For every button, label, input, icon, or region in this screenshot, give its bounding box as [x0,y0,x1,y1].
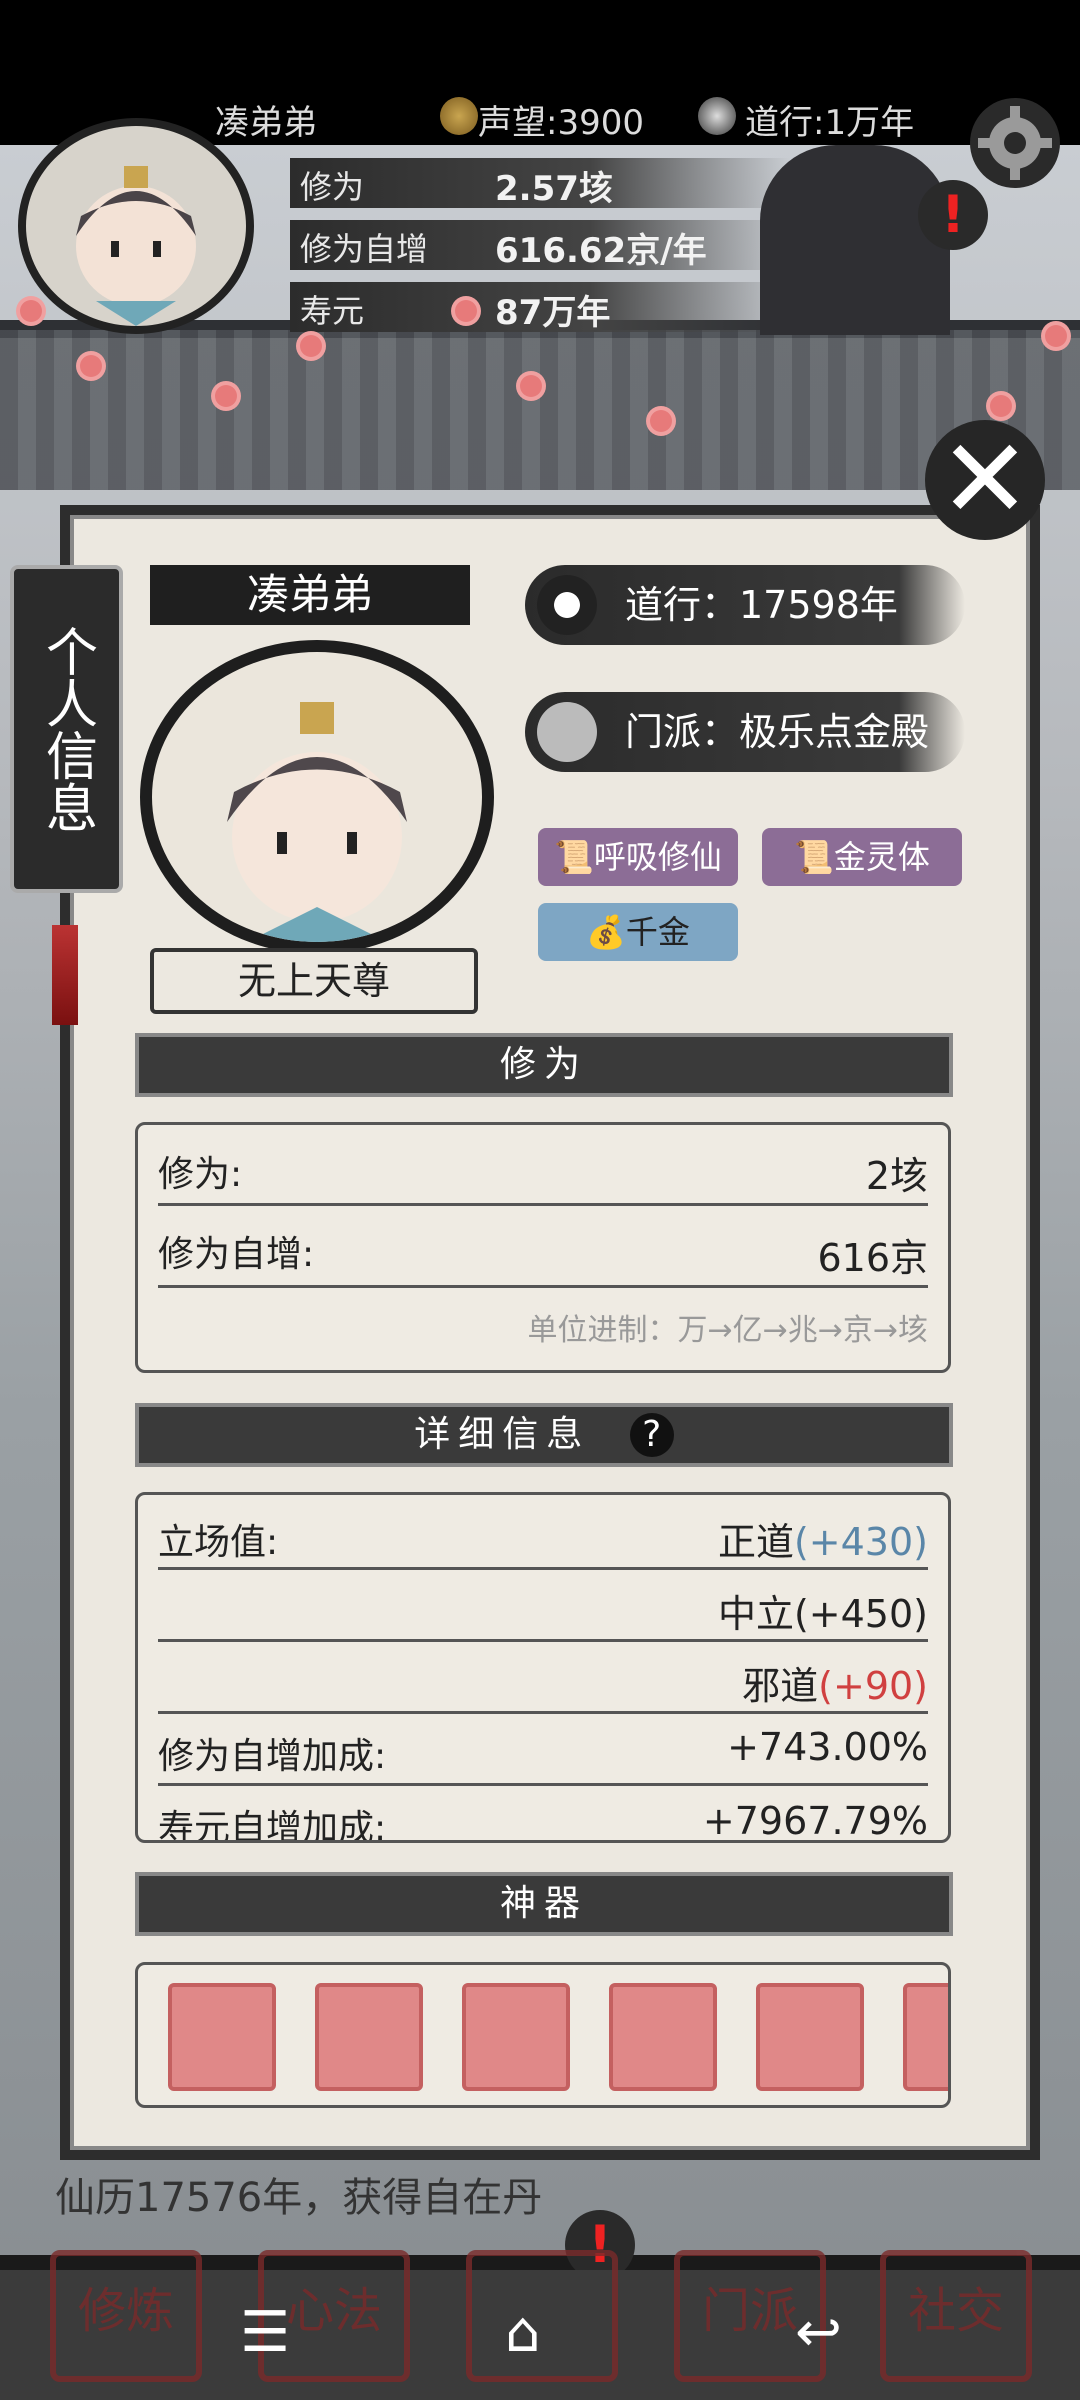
money-bag-icon: 💰 [586,913,626,951]
blossom-icon [1045,325,1067,347]
divider [158,1203,928,1206]
fan-icon[interactable] [462,1983,570,2091]
blossom-icon [990,395,1012,417]
stance-name: 邪道 [742,1664,819,1708]
stat-label: 修为 [300,168,365,206]
pendant-icon[interactable] [609,1983,717,2091]
tag-label: 呼吸修仙 [593,838,722,876]
alert-icon[interactable]: ! [918,180,988,250]
artifact-strip [135,1962,951,2108]
stat-growth: 修为自增 616.62京/年 [290,220,790,271]
stance-label: 立场值: [158,1522,279,1563]
daoxing-text: 道行:1万年 [745,103,915,143]
blossom-icon [20,300,42,322]
tab-label: 个人信息 [36,625,97,833]
player-name-top: 凑弟弟 [215,103,317,143]
growth-value: 616京 [817,1236,928,1280]
player-avatar[interactable] [18,118,254,334]
tag-background[interactable]: 💰千金 [538,903,738,961]
blossom-icon [215,385,237,407]
bell-icon[interactable] [903,1983,948,2091]
growth-label: 修为自增: [158,1234,315,1275]
golden-mask-icon[interactable] [315,1983,423,2091]
tag-label: 金灵体 [833,838,930,876]
stat-value: 87万年 [495,293,611,333]
daoxing-value: 道行：17598年 [625,583,898,627]
stance-value: (+430) [793,1520,928,1564]
back-icon[interactable]: ↩ [795,2300,842,2365]
stance-value: (+450) [793,1592,928,1636]
silhouette-figure [760,145,950,335]
divider [158,1711,928,1714]
nav-social[interactable]: 社交 [880,2250,1032,2382]
cultivation-value: 2垓 [865,1154,928,1198]
stat-lifespan: 寿元 87万年 [290,282,790,333]
roof-tiles [0,330,1080,490]
news-ticker: 仙历17576年，获得自在丹 [55,2175,543,2221]
section-header-artifacts: 神器 [135,1872,953,1936]
character-title: 无上天尊 [150,948,478,1014]
lifespan-bonus-value: +7967.79% [702,1799,928,1843]
character-name: 凑弟弟 [150,565,470,625]
tag-label: 千金 [625,913,690,951]
divider [158,1783,928,1786]
yinyang-icon [537,575,597,635]
settings-gear-icon[interactable] [970,98,1060,188]
tab-personal-info[interactable]: 个人信息 [10,565,123,893]
stance-name: 中立 [717,1592,794,1636]
section-header-cultivation: 修为 [135,1033,953,1097]
help-icon[interactable]: ? [629,1413,674,1457]
divider [158,1567,928,1570]
unit-note: 单位进制：万→亿→兆→京→垓 [527,1313,928,1348]
stance-neutral: 中立(+450) [718,1583,928,1638]
sect-pill[interactable]: 门派：极乐点金殿 [525,692,965,772]
cultivation-label: 修为: [158,1154,243,1195]
temple-icon [537,702,597,762]
section-header-details: 详细信息 ? [135,1403,953,1467]
nav-cultivate[interactable]: 修炼 [50,2250,202,2382]
blossom-icon [455,300,477,322]
details-title: 详细信息 [414,1414,591,1455]
stance-name: 正道 [717,1520,794,1564]
nav-center[interactable] [466,2250,618,2382]
tag-physique[interactable]: 📜金灵体 [762,828,962,886]
daoxing-pill: 道行：17598年 [525,565,965,645]
tag-technique[interactable]: 📜呼吸修仙 [538,828,738,886]
reputation-text: 声望:3900 [478,103,644,143]
bonus-label: 修为自增加成: [158,1736,387,1777]
book-icon[interactable] [756,1983,864,2091]
divider [158,1639,928,1642]
stance-righteous: 正道(+430) [718,1511,928,1566]
tassel-decoration [52,925,78,1025]
blossom-icon [650,410,672,432]
bonus-value: +743.00% [727,1725,928,1769]
stat-cultivation: 修为 2.57垓 [290,158,790,209]
stat-label: 寿元 [300,292,365,330]
stat-value: 616.62京/年 [495,231,707,271]
scroll-icon: 📜 [554,838,594,876]
divider [158,1285,928,1288]
reputation-icon [440,97,478,135]
blossom-icon [300,335,322,357]
stat-label: 修为自增 [300,230,429,268]
menu-icon[interactable]: ☰ [240,2300,290,2365]
yinyang-icon [698,97,736,135]
scroll-icon: 📜 [794,838,834,876]
stance-value: (+90) [818,1664,928,1708]
cultivation-box: 修为: 2垓 修为自增: 616京 单位进制：万→亿→兆→京→垓 [135,1122,951,1373]
details-box: 立场值: 正道(+430) 中立(+450) 邪道(+90) 修为自增加成: +… [135,1492,951,1843]
blossom-icon [520,375,542,397]
stat-value: 2.57垓 [495,169,613,209]
home-icon[interactable]: ⌂ [505,2300,541,2365]
gourd-icon[interactable] [168,1983,276,2091]
sect-value: 门派：极乐点金殿 [625,710,930,754]
blossom-icon [80,355,102,377]
lifespan-bonus-label: 寿元自增加成: [158,1808,387,1843]
close-icon[interactable]: ✕ [925,420,1045,540]
stance-evil: 邪道(+90) [742,1655,928,1710]
character-portrait [140,640,494,954]
